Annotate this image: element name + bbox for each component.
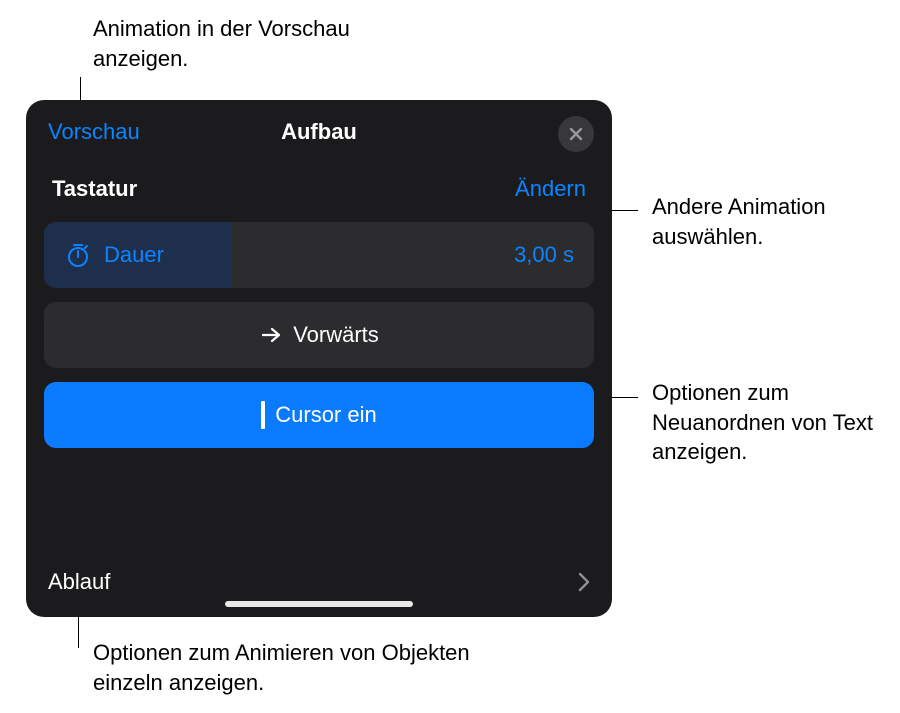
cursor-button[interactable]: Cursor ein [44,382,594,448]
preview-button[interactable]: Vorschau [48,119,140,145]
duration-slider[interactable]: Dauer 3,00 s [44,222,594,288]
change-button[interactable]: Ändern [515,176,586,202]
close-button[interactable] [558,116,594,152]
ablauf-label: Ablauf [48,569,110,595]
controls-group: Dauer 3,00 s Vorwärts Cursor ein [26,212,612,448]
effect-row: Tastatur Ändern [26,164,612,212]
panel-title: Aufbau [281,119,357,145]
cursor-label: Cursor ein [275,402,376,428]
effect-name: Tastatur [52,176,137,202]
annotation-preview: Animation in der Vorschau anzeigen. [93,14,353,73]
annotation-direction: Optionen zum Neuanordnen von Text anzeig… [652,378,882,467]
annotation-ablauf: Optionen zum Animieren von Objekten einz… [93,638,473,697]
cursor-icon [261,401,265,429]
home-indicator [225,601,413,607]
annotation-change: Andere Animation auswählen. [652,192,872,251]
timer-icon [64,241,92,269]
ablauf-row[interactable]: Ablauf [26,547,612,617]
panel-header: Vorschau Aufbau [26,100,612,164]
direction-button[interactable]: Vorwärts [44,302,594,368]
direction-label: Vorwärts [293,322,379,348]
arrow-right-icon [259,323,283,347]
chevron-right-icon [578,572,590,592]
close-icon [568,126,584,142]
duration-label: Dauer [104,242,164,268]
animation-panel: Vorschau Aufbau Tastatur Ändern Dauer 3,… [26,100,612,617]
duration-value: 3,00 s [514,242,574,268]
